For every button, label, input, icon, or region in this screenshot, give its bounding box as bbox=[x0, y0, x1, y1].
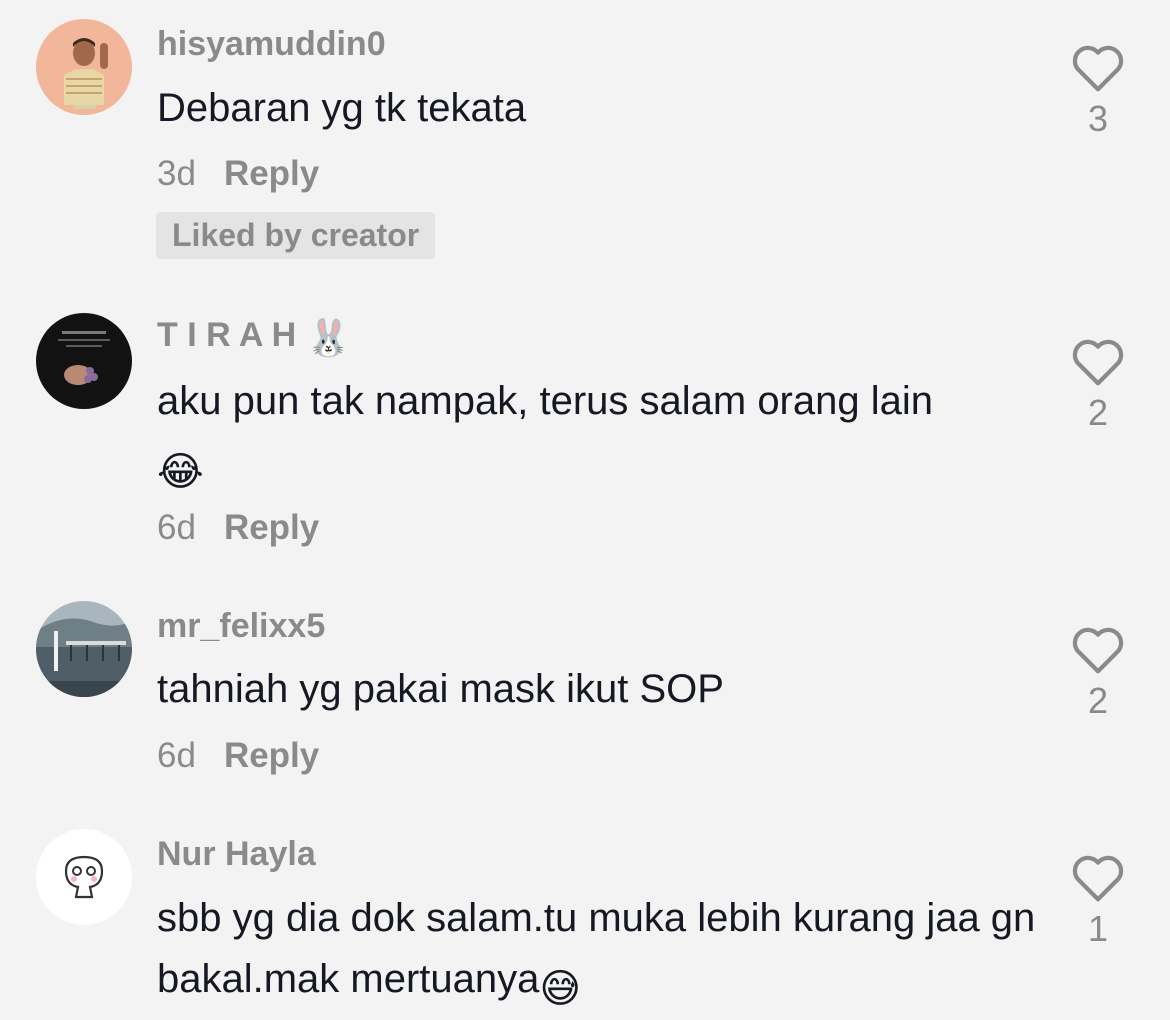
heart-outline-icon[interactable] bbox=[1069, 852, 1127, 904]
reply-button[interactable]: Reply bbox=[224, 508, 319, 547]
like-count: 2 bbox=[1087, 392, 1109, 433]
liked-by-creator-badge: Liked by creator bbox=[156, 212, 436, 259]
sweat-smile-emoji-icon: 😅 bbox=[539, 967, 582, 1011]
like-count: 3 bbox=[1087, 98, 1109, 139]
comment-text: sbb yg dia dok salam.tu muka lebih kuran… bbox=[157, 888, 1037, 1020]
avatar[interactable] bbox=[36, 19, 132, 115]
like-control[interactable]: 2 bbox=[1068, 336, 1128, 434]
comment-time: 3d bbox=[157, 154, 196, 193]
avatar[interactable] bbox=[36, 829, 132, 925]
comment-meta: 6d Reply bbox=[157, 508, 319, 548]
like-control[interactable]: 3 bbox=[1068, 42, 1128, 140]
username-text[interactable]: T I R A H bbox=[157, 316, 296, 354]
like-count: 1 bbox=[1087, 908, 1109, 949]
comment-username[interactable]: mr_felixx5 bbox=[157, 607, 325, 646]
comment-meta: 3d Reply bbox=[157, 154, 319, 194]
memoji-avatar-icon bbox=[36, 19, 132, 115]
rabbit-emoji-icon: 🐰 bbox=[306, 317, 351, 358]
username-text[interactable]: Nur Hayla bbox=[157, 835, 316, 873]
laughing-tears-emoji-icon: 😂 bbox=[157, 450, 204, 494]
lake-photo-avatar-icon bbox=[36, 601, 132, 697]
heart-outline-icon[interactable] bbox=[1069, 624, 1127, 676]
avatar[interactable] bbox=[36, 313, 132, 409]
username-text[interactable]: hisyamuddin0 bbox=[157, 25, 386, 63]
heart-outline-icon[interactable] bbox=[1069, 42, 1127, 94]
comment-text: aku pun tak nampak, terus salam orang la… bbox=[157, 371, 1037, 503]
heart-outline-icon[interactable] bbox=[1069, 336, 1127, 388]
like-control[interactable]: 2 bbox=[1068, 624, 1128, 722]
like-control[interactable]: 1 bbox=[1068, 852, 1128, 950]
cartoon-avatar-icon bbox=[36, 829, 132, 925]
comment-text: tahniah yg pakai mask ikut SOP bbox=[157, 667, 724, 711]
reply-button[interactable]: Reply bbox=[224, 736, 319, 775]
like-count: 2 bbox=[1087, 680, 1109, 721]
comment-text-body: sbb yg dia dok salam.tu muka lebih kuran… bbox=[157, 896, 1036, 1001]
comment-username[interactable]: T I R A H 🐰 bbox=[157, 316, 351, 359]
comment-username[interactable]: Nur Hayla bbox=[157, 835, 316, 874]
comment-text: Debaran yg tk tekata bbox=[157, 86, 527, 130]
avatar[interactable] bbox=[36, 601, 132, 697]
reply-button[interactable]: Reply bbox=[224, 154, 319, 193]
comment-time: 6d bbox=[157, 736, 196, 775]
comment-text-body: aku pun tak nampak, terus salam orang la… bbox=[157, 379, 933, 423]
username-text[interactable]: mr_felixx5 bbox=[157, 607, 325, 645]
comment-meta: 6d Reply bbox=[157, 736, 319, 776]
dark-photo-avatar-icon bbox=[36, 313, 132, 409]
comment-time: 6d bbox=[157, 508, 196, 547]
comment-username[interactable]: hisyamuddin0 bbox=[157, 25, 386, 64]
